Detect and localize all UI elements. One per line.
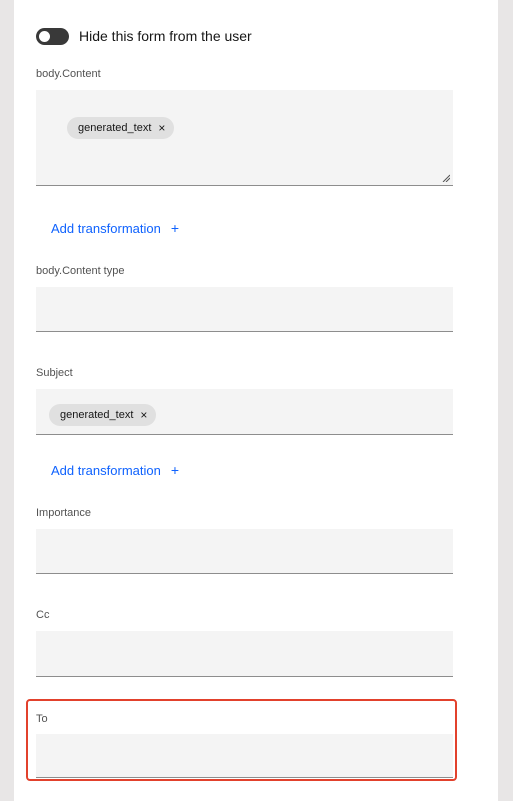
form-panel: Hide this form from the user body.Conten… xyxy=(14,0,498,801)
cc-label: Cc xyxy=(36,609,50,621)
importance-input[interactable] xyxy=(36,529,453,574)
toggle-knob xyxy=(39,30,50,42)
to-field-highlight xyxy=(26,699,457,781)
chip-remove-icon[interactable]: × xyxy=(158,122,165,134)
subject-input[interactable]: generated_text × xyxy=(36,389,453,435)
resize-handle-icon[interactable] xyxy=(442,174,450,182)
chip-remove-icon[interactable]: × xyxy=(140,409,147,421)
add-transformation-label: Add transformation xyxy=(51,462,161,478)
plus-icon: + xyxy=(170,462,180,478)
hide-form-toggle[interactable] xyxy=(36,27,69,45)
chip-body-content-generated-text: generated_text × xyxy=(67,117,175,139)
body-content-label: body.Content xyxy=(36,68,101,80)
hide-form-toggle-row: Hide this form from the user xyxy=(36,26,252,46)
add-transformation-button-2[interactable]: Add transformation + xyxy=(51,462,179,478)
body-content-type-label: body.Content type xyxy=(36,265,125,277)
cc-input[interactable] xyxy=(36,631,453,677)
subject-label: Subject xyxy=(36,367,73,379)
body-content-textarea[interactable]: generated_text × xyxy=(36,90,453,186)
add-transformation-label: Add transformation xyxy=(51,220,161,236)
chip-subject-generated-text: generated_text × xyxy=(49,404,157,426)
hide-form-toggle-label: Hide this form from the user xyxy=(79,28,252,44)
add-transformation-button-1[interactable]: Add transformation + xyxy=(51,220,179,236)
chip-label: generated_text xyxy=(60,409,134,421)
chip-label: generated_text xyxy=(78,122,152,134)
body-content-type-input[interactable] xyxy=(36,287,453,332)
plus-icon: + xyxy=(170,220,180,236)
importance-label: Importance xyxy=(36,507,92,519)
